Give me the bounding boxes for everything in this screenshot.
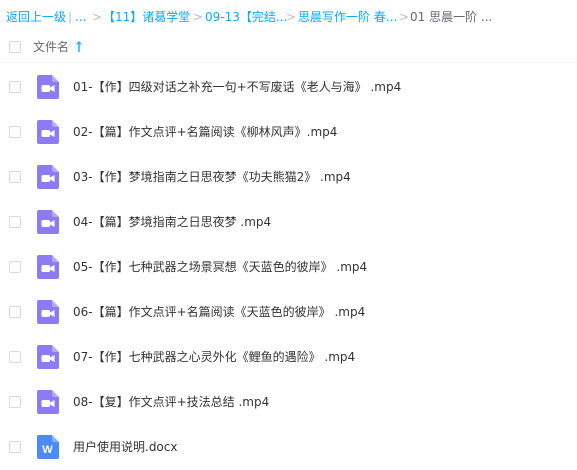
row-checkbox[interactable] — [9, 351, 21, 363]
file-name[interactable]: 05-【作】七种武器之场景冥想《天蓝色的彼岸》 .mp4 — [73, 245, 367, 290]
row-checkbox[interactable] — [9, 261, 21, 273]
word-doc-icon: W — [37, 435, 59, 459]
file-name[interactable]: 03-【作】梦境指南之日思夜梦《功夫熊猫2》 .mp4 — [73, 155, 351, 200]
breadcrumb-arrow: > — [92, 10, 103, 24]
row-checkbox[interactable] — [9, 441, 21, 453]
file-row[interactable]: 07-【作】七种武器之心灵外化《鲤鱼的遇险》 .mp4 — [0, 335, 577, 380]
file-name[interactable]: 04-【篇】梦境指南之日思夜梦 .mp4 — [73, 200, 271, 245]
row-checkbox[interactable] — [9, 171, 21, 183]
breadcrumb-separator: | — [68, 10, 73, 24]
breadcrumb-item-zhuge[interactable]: 【11】诸葛学堂 — [103, 0, 190, 34]
row-checkbox[interactable] — [9, 396, 21, 408]
file-name[interactable]: 用户使用说明.docx — [73, 425, 177, 470]
breadcrumb: 返回上一级 | ... > 【11】诸葛学堂 > 09-13【完结... > 思… — [0, 0, 577, 34]
row-checkbox[interactable] — [9, 306, 21, 318]
breadcrumb-arrow: > — [193, 10, 204, 24]
file-row[interactable]: 06-【篇】作文点评+名篇阅读《天蓝色的彼岸》 .mp4 — [0, 290, 577, 335]
file-name[interactable]: 02-【篇】作文点评+名篇阅读《柳林风声》.mp4 — [73, 110, 337, 155]
back-link[interactable]: 返回上一级 — [6, 0, 66, 34]
video-icon — [37, 300, 59, 324]
file-name[interactable]: 08-【复】作文点评+技法总结 .mp4 — [73, 380, 269, 425]
video-icon — [37, 255, 59, 279]
file-row[interactable]: 02-【篇】作文点评+名篇阅读《柳林风声》.mp4 — [0, 110, 577, 155]
video-icon — [37, 75, 59, 99]
list-header: 文件名 — [0, 32, 577, 63]
file-name[interactable]: 06-【篇】作文点评+名篇阅读《天蓝色的彼岸》 .mp4 — [73, 290, 365, 335]
breadcrumb-item-0913[interactable]: 09-13【完结... — [205, 0, 287, 34]
file-row[interactable]: 08-【复】作文点评+技法总结 .mp4 — [0, 380, 577, 425]
video-icon — [37, 165, 59, 189]
video-icon — [37, 390, 59, 414]
file-row[interactable]: W 用户使用说明.docx — [0, 425, 577, 470]
file-row[interactable]: 05-【作】七种武器之场景冥想《天蓝色的彼岸》 .mp4 — [0, 245, 577, 290]
select-all-checkbox[interactable] — [9, 41, 21, 53]
video-icon — [37, 345, 59, 369]
row-checkbox[interactable] — [9, 81, 21, 93]
breadcrumb-current: 01 思晨一阶 ... — [410, 10, 493, 24]
filename-column-header[interactable]: 文件名 — [33, 32, 69, 62]
file-name[interactable]: 07-【作】七种武器之心灵外化《鲤鱼的遇险》 .mp4 — [73, 335, 355, 380]
file-row[interactable]: 03-【作】梦境指南之日思夜梦《功夫熊猫2》 .mp4 — [0, 155, 577, 200]
breadcrumb-ellipsis[interactable]: ... — [75, 0, 86, 34]
breadcrumb-arrow: > — [286, 10, 297, 24]
breadcrumb-item-sichen[interactable]: 思晨写作一阶 春... — [298, 0, 397, 34]
breadcrumb-arrow: > — [399, 10, 410, 24]
row-checkbox[interactable] — [9, 126, 21, 138]
video-icon — [37, 120, 59, 144]
video-icon — [37, 210, 59, 234]
file-row[interactable]: 01-【作】四级对话之补充一句+不写废话《老人与海》 .mp4 — [0, 65, 577, 110]
row-checkbox[interactable] — [9, 216, 21, 228]
file-name[interactable]: 01-【作】四级对话之补充一句+不写废话《老人与海》 .mp4 — [73, 65, 401, 110]
file-row[interactable]: 04-【篇】梦境指南之日思夜梦 .mp4 — [0, 200, 577, 245]
word-badge-letter: W — [42, 444, 53, 456]
sort-arrow-up-icon[interactable] — [75, 40, 83, 53]
